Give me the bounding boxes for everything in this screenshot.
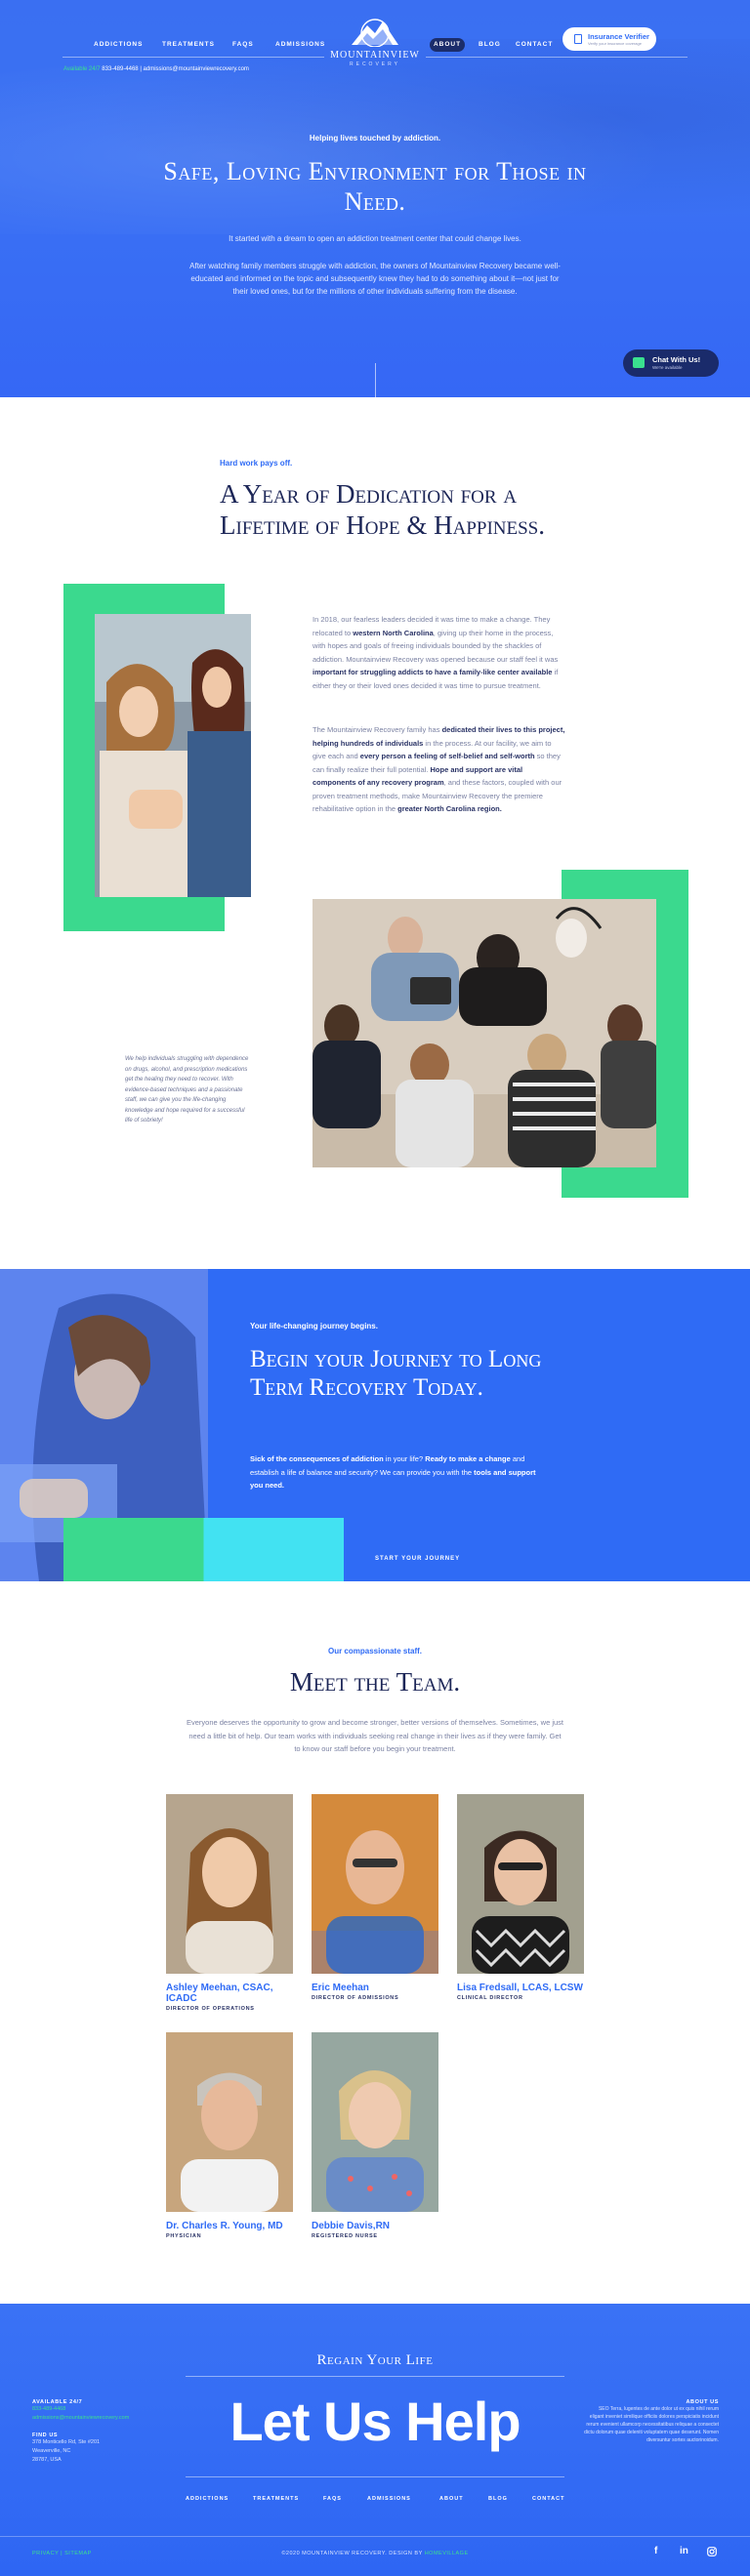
- team-member-name: Dr. Charles R. Young, MD: [166, 2221, 283, 2231]
- header-phone[interactable]: 833-489-4468: [102, 66, 138, 72]
- team-member-photo: [312, 1794, 438, 1974]
- footer-about-text: SEO Terra, lugentes de ante dolor ut ex …: [584, 2406, 719, 2443]
- nav-link-contact[interactable]: CONTACT: [516, 41, 553, 48]
- footer-copyright: ©2020 MOUNTAINVIEW RECOVERY. DESIGN BY H…: [0, 2551, 750, 2556]
- journey-kicker: Your life-changing journey begins.: [250, 1322, 378, 1330]
- footer-email[interactable]: admissions@mountainviewrecovery.com: [32, 2414, 129, 2423]
- footer-divider: [186, 2376, 564, 2377]
- footer-nav-treatments[interactable]: TREATMENTS: [253, 2496, 299, 2502]
- insurance-verifier-sub: Verify your insurance coverage: [588, 41, 642, 46]
- footer-about-column: ABOUT US SEO Terra, lugentes de ante dol…: [584, 2399, 719, 2444]
- footer-nav-admissions[interactable]: ADMISSIONS: [367, 2496, 411, 2502]
- footer-bottom-divider: [0, 2536, 750, 2537]
- team-member-role: DIRECTOR OF OPERATIONS: [166, 2006, 255, 2012]
- nav-link-about[interactable]: ABOUT: [430, 38, 465, 52]
- team-member-photo: [312, 2032, 438, 2212]
- dedication-title: A Year of Dedication for a Lifetime of H…: [220, 479, 545, 540]
- start-journey-link[interactable]: START YOUR JOURNEY: [375, 1556, 460, 1562]
- nav-divider-left: [62, 57, 324, 58]
- team-member-role: CLINICAL DIRECTOR: [457, 1995, 523, 2001]
- chat-title: Chat With Us!: [652, 355, 701, 364]
- team-member-photo: [166, 2032, 293, 2212]
- group-photo-illustration: [312, 899, 656, 1167]
- footer-nav-blog[interactable]: BLOG: [488, 2496, 508, 2502]
- document-icon: [574, 34, 582, 44]
- journey-paragraph: Sick of the consequences of addiction in…: [250, 1454, 536, 1490]
- designer-link[interactable]: HOMEVILLAGE: [425, 2551, 469, 2556]
- footer-address-1: 378 Monticello Rd, Ste #201: [32, 2439, 101, 2445]
- team-member-card[interactable]: Debbie Davis,RN REGISTERED NURSE: [312, 2032, 438, 2239]
- footer-nav-faqs[interactable]: FAQS: [323, 2496, 342, 2502]
- journey-accent-bar: [63, 1518, 344, 1581]
- available-label: Available 24/7: [63, 66, 101, 72]
- team-member-role: DIRECTOR OF ADMISSIONS: [312, 1995, 399, 2001]
- chat-icon: [633, 357, 645, 368]
- nav-link-addictions[interactable]: ADDICTIONS: [94, 41, 143, 48]
- photo-illustration: [95, 614, 251, 897]
- logo-subtitle: RECOVERY: [350, 61, 400, 67]
- team-member-name: Lisa Fredsall, LCAS, LCSW: [457, 1983, 583, 1993]
- dedication-paragraph-2: The Mountainview Recovery family has ded…: [312, 725, 565, 813]
- logo-name[interactable]: MOUNTAINVIEW: [326, 50, 424, 61]
- team-member-card[interactable]: Dr. Charles R. Young, MD PHYSICIAN: [166, 2032, 293, 2239]
- hero-title: Safe, Loving Environment for Those in Ne…: [163, 157, 587, 216]
- hero-scroll-divider: [375, 363, 376, 398]
- team-member-role: REGISTERED NURSE: [312, 2233, 378, 2239]
- hero-kicker: Helping lives touched by addiction.: [309, 134, 441, 143]
- team-member-name: Eric Meehan: [312, 1983, 369, 1993]
- hero-paragraph: After watching family members struggle w…: [189, 262, 561, 296]
- women-talking-photo: [95, 614, 251, 897]
- hero-contact-bar: Available 24/7 833-489-4468 | admissions…: [63, 66, 249, 72]
- journey-title: Begin your Journey to Long Term Recovery…: [250, 1346, 542, 1401]
- linkedin-icon[interactable]: in: [680, 2546, 688, 2556]
- footer-tagline: Regain Your Life: [316, 2352, 434, 2368]
- chat-button[interactable]: Chat With Us! We're available: [623, 349, 719, 377]
- chat-sub: We're available: [652, 365, 683, 370]
- nav-divider-right: [426, 57, 688, 58]
- insurance-verifier-label: Insurance Verifier: [588, 32, 649, 41]
- team-member-name: Ashley Meehan, CSAC, ICADC: [166, 1983, 273, 2004]
- team-member-photo: [166, 1794, 293, 1974]
- dedication-paragraph-1: In 2018, our fearless leaders decided it…: [312, 615, 559, 690]
- footer-nav-about[interactable]: ABOUT: [439, 2496, 464, 2502]
- team-member-card[interactable]: Lisa Fredsall, LCAS, LCSW CLINICAL DIREC…: [457, 1794, 584, 2001]
- footer-address-3: 28787, USA: [32, 2457, 62, 2463]
- footer-nav-contact[interactable]: CONTACT: [532, 2496, 564, 2502]
- team-member-card[interactable]: Eric Meehan DIRECTOR OF ADMISSIONS: [312, 1794, 438, 2001]
- team-member-card[interactable]: Ashley Meehan, CSAC, ICADC DIRECTOR OF O…: [166, 1794, 293, 2012]
- footer-address-2: Weaverville, NC: [32, 2448, 71, 2454]
- nav-link-treatments[interactable]: TREATMENTS: [162, 41, 215, 48]
- team-intro: Everyone deserves the opportunity to gro…: [186, 1718, 564, 1753]
- footer-divider-2: [186, 2476, 564, 2477]
- facebook-icon[interactable]: f: [654, 2546, 657, 2556]
- copyright-text: ©2020 MOUNTAINVIEW RECOVERY. DESIGN BY: [281, 2551, 425, 2556]
- mountain-logo-icon[interactable]: [350, 18, 400, 47]
- team-member-role: PHYSICIAN: [166, 2233, 202, 2239]
- team-kicker: Our compassionate staff.: [327, 1647, 423, 1656]
- header-email[interactable]: admissions@mountainviewrecovery.com: [144, 66, 249, 72]
- footer-nav-addictions[interactable]: ADDICTIONS: [186, 2496, 229, 2502]
- team-member-photo: [457, 1794, 584, 1974]
- team-title: Meet the Team.: [289, 1667, 461, 1697]
- nav-link-blog[interactable]: BLOG: [479, 41, 501, 48]
- nav-link-faqs[interactable]: FAQS: [232, 41, 254, 48]
- instagram-icon[interactable]: [707, 2547, 717, 2556]
- group-therapy-photo: [312, 899, 656, 1167]
- team-member-name: Debbie Davis,RN: [312, 2221, 391, 2231]
- footer-contact-column: AVAILABLE 24/7 833-489-4468 admissions@m…: [32, 2399, 129, 2465]
- hero-intro: It started with a dream to open an addic…: [229, 234, 521, 243]
- nav-link-admissions[interactable]: ADMISSIONS: [275, 41, 325, 48]
- insurance-verifier-button[interactable]: Insurance Verifier Verify your insurance…: [562, 27, 656, 51]
- dedication-kicker: Hard work pays off.: [220, 459, 293, 468]
- footer-phone[interactable]: 833-489-4468: [32, 2405, 129, 2414]
- dedication-quote: We help individuals struggling with depe…: [125, 1056, 249, 1124]
